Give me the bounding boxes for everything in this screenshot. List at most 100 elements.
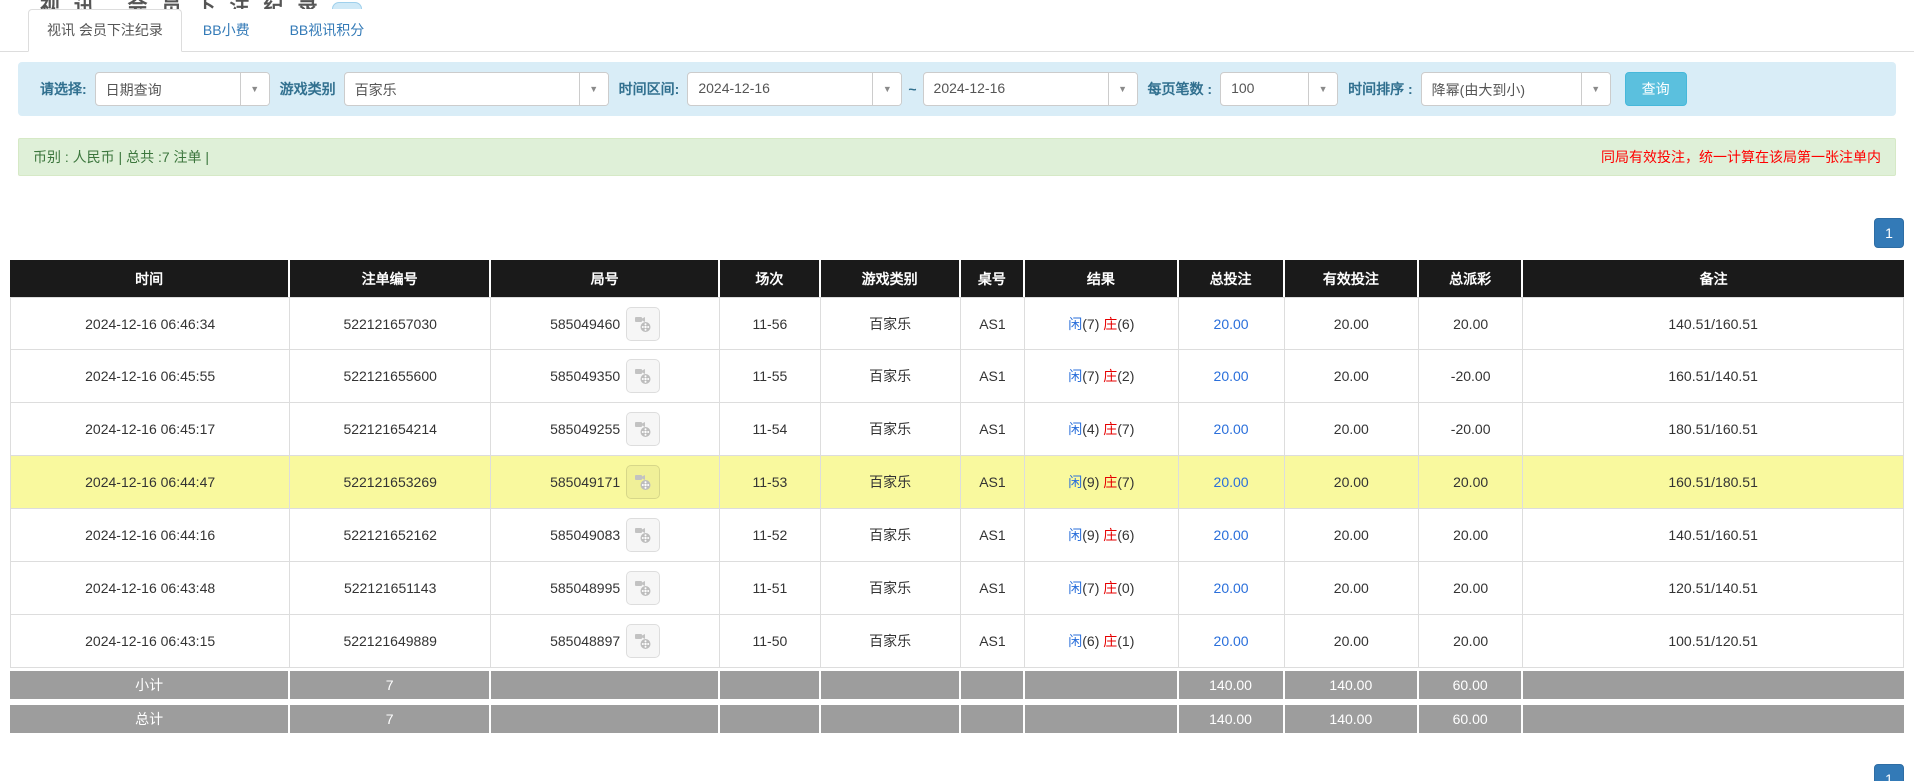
chevron-down-icon[interactable]: ▼ — [240, 73, 269, 105]
cell-time: 2024-12-16 06:43:15 — [10, 615, 290, 668]
cell-time: 2024-12-16 06:45:55 — [10, 350, 290, 403]
cell-time: 2024-12-16 06:43:48 — [10, 562, 290, 615]
video-replay-button[interactable] — [626, 359, 660, 393]
tab-bar: 视讯 会员下注纪录 BB小费 BB视讯积分 — [0, 9, 1914, 52]
total-bet-link[interactable]: 20.00 — [1214, 421, 1249, 437]
chevron-down-icon[interactable]: ▼ — [1581, 73, 1610, 105]
cell-bet-id: 522121651143 — [290, 562, 491, 615]
cell-total-bet: 20.00 — [1179, 350, 1285, 403]
player-result: 闲 — [1068, 316, 1082, 332]
table-row: 2024-12-16 06:45:17 522121654214 5850492… — [10, 403, 1904, 456]
video-replay-button[interactable] — [626, 518, 660, 552]
cell-valid-bet: 20.00 — [1285, 562, 1419, 615]
date-to-value: 2024-12-16 — [924, 73, 1108, 105]
cell-table-no: AS1 — [961, 350, 1025, 403]
search-button[interactable]: 查询 — [1625, 72, 1687, 106]
table-row: 2024-12-16 06:44:16 522121652162 5850490… — [10, 509, 1904, 562]
page-1-button[interactable]: 1 — [1874, 764, 1904, 781]
video-replay-button[interactable] — [626, 571, 660, 605]
query-type-select[interactable]: 日期查询 ▼ — [95, 72, 270, 106]
header-remark: 备注 — [1523, 260, 1904, 297]
cell-game-type: 百家乐 — [821, 297, 961, 350]
total-bet-link[interactable]: 20.00 — [1214, 633, 1249, 649]
cell-round-id: 585049350 — [491, 350, 720, 403]
chevron-down-icon[interactable]: ▼ — [1308, 73, 1337, 105]
date-to-select[interactable]: 2024-12-16 ▼ — [923, 72, 1138, 106]
date-range-label: 时间区间: — [619, 79, 680, 99]
cell-table-no: AS1 — [961, 403, 1025, 456]
game-type-value: 百家乐 — [345, 73, 579, 105]
page-size-select[interactable]: 100 ▼ — [1220, 72, 1338, 106]
cell-result: 闲(6) 庄(1) — [1025, 615, 1178, 668]
cell-bet-id: 522121657030 — [290, 297, 491, 350]
query-type-value: 日期查询 — [96, 73, 240, 105]
total-bet-link[interactable]: 20.00 — [1214, 580, 1249, 596]
tab-bb-video-points[interactable]: BB视讯积分 — [271, 9, 384, 51]
summary-total-bet: 140.00 — [1179, 668, 1285, 702]
time-sort-select[interactable]: 降幂(由大到小) ▼ — [1421, 72, 1611, 106]
cell-time: 2024-12-16 06:46:34 — [10, 297, 290, 350]
video-replay-button[interactable] — [626, 412, 660, 446]
summary-info-bar: 币别 : 人民币 | 总共 :7 注单 | 同局有效投注，统一计算在该局第一张注… — [18, 138, 1896, 176]
summary-row: 总计 7 140.00 140.00 60.00 — [10, 702, 1904, 736]
video-replay-button[interactable] — [626, 465, 660, 499]
header-session: 场次 — [720, 260, 820, 297]
total-bet-link[interactable]: 20.00 — [1214, 368, 1249, 384]
cell-valid-bet: 20.00 — [1285, 456, 1419, 509]
cell-result: 闲(9) 庄(7) — [1025, 456, 1178, 509]
table-row: 2024-12-16 06:44:47 522121653269 5850491… — [10, 456, 1904, 509]
banker-result: 庄 — [1103, 527, 1117, 543]
cell-session: 11-54 — [720, 403, 820, 456]
game-type-select[interactable]: 百家乐 ▼ — [344, 72, 609, 106]
player-result: 闲 — [1068, 527, 1082, 543]
cell-bet-id: 522121655600 — [290, 350, 491, 403]
chevron-down-icon[interactable]: ▼ — [1108, 73, 1137, 105]
pagination-top: 1 — [0, 218, 1904, 248]
player-result: 闲 — [1068, 421, 1082, 437]
records-table-wrap: 时间 注单编号 局号 场次 游戏类别 桌号 结果 总投注 有效投注 总派彩 备注… — [0, 260, 1914, 736]
game-type-label: 游戏类别 — [280, 79, 336, 99]
cell-time: 2024-12-16 06:45:17 — [10, 403, 290, 456]
cell-round-id: 585049460 — [491, 297, 720, 350]
chevron-down-icon[interactable]: ▼ — [872, 73, 901, 105]
cell-valid-bet: 20.00 — [1285, 509, 1419, 562]
header-bet-id: 注单编号 — [290, 260, 491, 297]
banker-result: 庄 — [1103, 368, 1117, 384]
cell-result: 闲(7) 庄(0) — [1025, 562, 1178, 615]
tab-bb-tips[interactable]: BB小费 — [184, 9, 269, 51]
cell-round-id: 585048897 — [491, 615, 720, 668]
banker-result: 庄 — [1103, 474, 1117, 490]
header-result: 结果 — [1025, 260, 1178, 297]
select-type-label: 请选择: — [40, 79, 87, 99]
cell-game-type: 百家乐 — [821, 456, 961, 509]
cell-game-type: 百家乐 — [821, 509, 961, 562]
cell-session: 11-52 — [720, 509, 820, 562]
time-sort-value: 降幂(由大到小) — [1422, 73, 1581, 105]
video-replay-button[interactable] — [626, 624, 660, 658]
cell-session: 11-51 — [720, 562, 820, 615]
page-1-button[interactable]: 1 — [1874, 218, 1904, 248]
total-bet-link[interactable]: 20.00 — [1214, 316, 1249, 332]
date-from-select[interactable]: 2024-12-16 ▼ — [687, 72, 902, 106]
video-file-icon — [633, 419, 653, 439]
tab-video-bet-records[interactable]: 视讯 会员下注纪录 — [28, 9, 182, 52]
chevron-down-icon[interactable]: ▼ — [579, 73, 608, 105]
header-time: 时间 — [10, 260, 290, 297]
player-result: 闲 — [1068, 580, 1082, 596]
cell-valid-bet: 20.00 — [1285, 350, 1419, 403]
video-replay-button[interactable] — [626, 307, 660, 341]
round-id-value: 585049460 — [550, 316, 620, 332]
cell-payout: -20.00 — [1419, 403, 1523, 456]
banker-result: 庄 — [1103, 633, 1117, 649]
table-summary: 小计 7 140.00 140.00 60.00 总计 7 140.00 140… — [10, 668, 1904, 736]
total-bet-link[interactable]: 20.00 — [1214, 527, 1249, 543]
date-from-value: 2024-12-16 — [688, 73, 872, 105]
valid-bet-notice: 同局有效投注，统一计算在该局第一张注单内 — [1601, 147, 1881, 167]
date-range-tilde: ~ — [908, 81, 916, 97]
total-bet-link[interactable]: 20.00 — [1214, 474, 1249, 490]
cell-payout: 20.00 — [1419, 297, 1523, 350]
cell-bet-id: 522121653269 — [290, 456, 491, 509]
clipped-badge — [332, 2, 362, 9]
cell-total-bet: 20.00 — [1179, 403, 1285, 456]
cell-table-no: AS1 — [961, 297, 1025, 350]
